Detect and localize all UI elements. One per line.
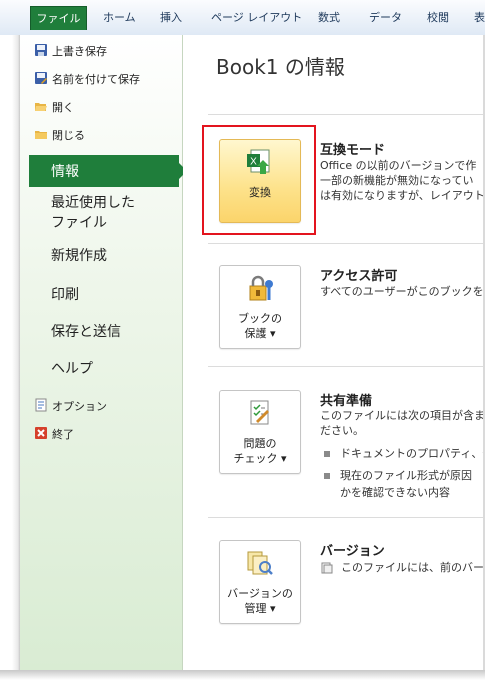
prepare-heading: 共有準備 xyxy=(320,394,373,409)
document-version-icon xyxy=(321,562,333,574)
tab-data[interactable]: データ xyxy=(369,9,402,25)
versions-text: このファイルには、前のバージ xyxy=(341,561,485,574)
prepare-text: このファイルには次の項目が含ま xyxy=(320,409,485,422)
nav-command-close[interactable]: 閉じる xyxy=(35,127,85,143)
manage-versions-label: バージョンの xyxy=(227,587,293,600)
manage-versions-label: 管理 ▾ xyxy=(244,602,276,615)
convert-excel-icon: X xyxy=(247,149,270,174)
inspect-document-icon xyxy=(250,400,269,425)
tab-formulas[interactable]: 数式 xyxy=(318,9,340,25)
compat-text: 一部の新機能が無効になってい xyxy=(320,174,474,187)
nav-command-label: 名前を付けて保存 xyxy=(52,73,140,86)
versions-icon xyxy=(247,551,273,575)
check-issues-label: チェック ▾ xyxy=(233,452,287,465)
nav-tab-help[interactable]: ヘルプ xyxy=(51,359,93,379)
nav-command-label: 終了 xyxy=(52,428,74,441)
prepare-bullet-continuation: かを確認できない内容 xyxy=(340,486,450,499)
versions-heading: バージョン xyxy=(320,544,385,559)
nav-tab-print[interactable]: 印刷 xyxy=(51,285,79,305)
ribbon-tab-bar: ファイル ホーム 挿入 ページ レイアウト 数式 データ 校閲 表 xyxy=(0,0,485,36)
save-as-icon xyxy=(35,72,47,84)
manage-versions-button[interactable]: バージョンの 管理 ▾ xyxy=(219,540,301,624)
tab-view[interactable]: 表 xyxy=(474,9,485,25)
nav-tab-save-send[interactable]: 保存と送信 xyxy=(51,322,121,342)
divider xyxy=(208,114,485,115)
prepare-text: ださい。 xyxy=(320,424,364,437)
close-folder-icon xyxy=(35,131,47,139)
open-folder-icon xyxy=(35,103,47,111)
nav-command-exit[interactable]: 終了 xyxy=(35,426,74,442)
nav-command-open[interactable]: 開く xyxy=(35,99,74,115)
save-icon xyxy=(35,44,47,56)
page-title: Book1 の情報 xyxy=(216,55,345,79)
nav-tab-info-label: 情報 xyxy=(51,164,79,180)
window-left-edge xyxy=(0,35,20,670)
nav-tab-info[interactable]: 情報 xyxy=(29,155,187,187)
svg-text:X: X xyxy=(250,157,257,168)
exit-icon xyxy=(35,427,47,439)
bullet-marker xyxy=(324,451,330,457)
protect-workbook-button[interactable]: ブックの 保護 ▾ xyxy=(219,265,301,349)
prepare-bullet: 現在のファイル形式が原因 xyxy=(340,469,472,482)
backstage-nav: 上書き保存 名前を付けて保存 開く 閉じる 情報 最近使用した ファイル 新規作… xyxy=(20,35,187,670)
key-lock-icon xyxy=(249,275,273,301)
permissions-text: すべてのユーザーがこのブックを開 xyxy=(320,285,485,298)
divider xyxy=(208,243,485,244)
nav-command-label: 開く xyxy=(52,101,74,114)
nav-tab-recent[interactable]: 最近使用した ファイル xyxy=(51,193,135,233)
prepare-bullet: ドキュメントのプロパティ、作 xyxy=(340,447,485,460)
tab-page-layout[interactable]: ページ レイアウト xyxy=(211,9,302,25)
options-icon xyxy=(35,398,47,412)
window-bottom-edge xyxy=(0,670,485,680)
info-pane: Book1 の情報 X 変換 互換モード Office の以前のバージョンで作 … xyxy=(183,35,485,670)
nav-command-label: 閉じる xyxy=(52,129,85,142)
tab-home[interactable]: ホーム xyxy=(103,9,136,25)
compat-heading: 互換モード xyxy=(320,143,386,158)
nav-command-label: 上書き保存 xyxy=(52,45,107,58)
bullet-marker xyxy=(324,473,330,479)
check-issues-button[interactable]: 問題の チェック ▾ xyxy=(219,390,301,474)
tab-file[interactable]: ファイル xyxy=(30,6,87,30)
nav-tab-new[interactable]: 新規作成 xyxy=(51,246,107,266)
tab-insert[interactable]: 挿入 xyxy=(160,9,182,25)
nav-command-label: オプション xyxy=(52,400,107,413)
permissions-heading: アクセス許可 xyxy=(320,269,398,284)
tab-review[interactable]: 校閲 xyxy=(427,9,449,25)
compat-text: Office の以前のバージョンで作 xyxy=(320,159,477,172)
protect-workbook-label: 保護 ▾ xyxy=(244,327,276,340)
nav-command-options[interactable]: オプション xyxy=(35,398,107,414)
convert-button-label: 変換 xyxy=(249,186,271,199)
nav-command-save[interactable]: 上書き保存 xyxy=(35,43,107,59)
compat-text: は有効になりますが、レイアウトの xyxy=(320,189,485,202)
check-issues-label: 問題の xyxy=(243,437,277,450)
nav-command-save-as[interactable]: 名前を付けて保存 xyxy=(35,71,140,87)
divider xyxy=(208,366,485,367)
divider xyxy=(208,517,485,518)
convert-button[interactable]: X 変換 xyxy=(219,139,301,223)
protect-workbook-label: ブックの xyxy=(238,312,282,325)
